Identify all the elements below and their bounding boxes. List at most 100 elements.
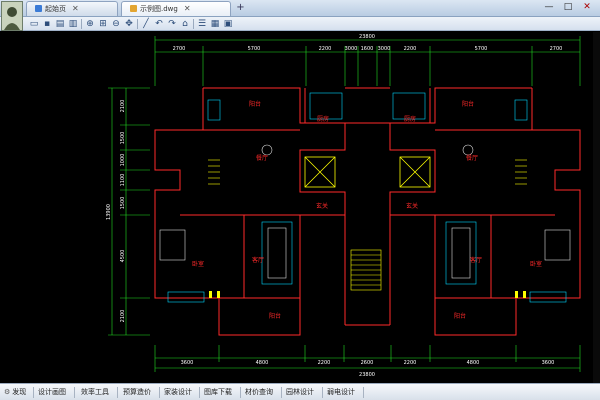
menu-divider bbox=[240, 387, 241, 398]
gear-icon: ⚙ bbox=[4, 388, 11, 396]
furniture bbox=[159, 92, 571, 303]
dim-top: 5700 bbox=[475, 46, 488, 52]
room-label-balcony: 阳台 bbox=[269, 312, 281, 320]
tab-drawing[interactable]: 示例图.dwg ✕ bbox=[121, 1, 231, 16]
menu-divider bbox=[281, 387, 282, 398]
dimension-labels: 23800 2700 5700 2200 3000 1600 3000 2200… bbox=[106, 34, 562, 378]
measure-icon[interactable]: ⌂ bbox=[179, 18, 191, 30]
avatar[interactable] bbox=[1, 1, 23, 31]
text-icon[interactable]: ▦ bbox=[209, 18, 221, 30]
room-label-living: 客厅 bbox=[470, 256, 482, 264]
room-label-balcony: 阳台 bbox=[454, 312, 466, 320]
menu-design-drawing[interactable]: 设计画图 bbox=[38, 386, 66, 399]
dim-top: 5700 bbox=[248, 46, 261, 52]
room-label-foyer: 玄关 bbox=[406, 202, 418, 210]
dim-top: 2700 bbox=[173, 46, 186, 52]
close-icon[interactable]: ✕ bbox=[72, 2, 79, 16]
open-icon[interactable]: ▭ bbox=[28, 18, 40, 30]
menu-budget[interactable]: 预算造价 bbox=[123, 386, 151, 399]
room-label-balcony: 阳台 bbox=[249, 100, 261, 108]
menu-material-prices[interactable]: 材价查询 bbox=[245, 386, 273, 399]
dim-left: 2100 bbox=[120, 100, 126, 113]
toolbar-divider bbox=[81, 19, 82, 29]
toolbar-divider bbox=[193, 19, 194, 29]
toolbar-divider bbox=[137, 19, 138, 29]
stairs bbox=[208, 159, 527, 291]
new-tab-button[interactable]: + bbox=[234, 2, 247, 15]
dim-bottom: 3600 bbox=[542, 360, 555, 366]
title-bar: 起始页 ✕ 示例图.dwg ✕ + — □ ✕ bbox=[0, 0, 600, 17]
menu-divider bbox=[363, 387, 364, 398]
room-label-living: 客厅 bbox=[252, 256, 264, 264]
window-markers bbox=[209, 291, 526, 298]
minimize-button[interactable]: — bbox=[540, 1, 558, 15]
menu-divider bbox=[74, 387, 75, 398]
dim-left: 1000 bbox=[120, 154, 126, 167]
room-label-kitchen: 厨房 bbox=[404, 115, 416, 123]
save-icon[interactable]: ▪ bbox=[41, 18, 53, 30]
menu-divider bbox=[199, 387, 200, 398]
room-label-dining: 餐厅 bbox=[466, 154, 478, 162]
dim-top: 3000 bbox=[345, 46, 358, 52]
dim-bottom: 2200 bbox=[318, 360, 331, 366]
dim-left: 1100 bbox=[120, 174, 126, 187]
dim-bottom: 4800 bbox=[256, 360, 269, 366]
room-label-kitchen: 厨房 bbox=[317, 115, 329, 123]
print-icon[interactable]: ▤ bbox=[54, 18, 66, 30]
properties-icon[interactable]: ▣ bbox=[222, 18, 234, 30]
line-icon[interactable]: ╱ bbox=[140, 18, 152, 30]
menu-landscape-design[interactable]: 园林设计 bbox=[286, 386, 314, 399]
elevators bbox=[304, 156, 431, 188]
zoom-extents-icon[interactable]: ⊞ bbox=[97, 18, 109, 30]
dim-top-total: 23800 bbox=[359, 34, 375, 40]
dim-top: 2200 bbox=[319, 46, 332, 52]
dim-bottom: 4800 bbox=[467, 360, 480, 366]
dim-left: 4500 bbox=[120, 250, 126, 263]
close-icon[interactable]: ✕ bbox=[184, 2, 191, 16]
menu-interior-design[interactable]: 家装设计 bbox=[164, 386, 192, 399]
zoom-realtime-icon[interactable]: ⊖ bbox=[110, 18, 122, 30]
room-label-dining: 餐厅 bbox=[256, 154, 268, 162]
dim-bottom: 3600 bbox=[181, 360, 194, 366]
app-window: 起始页 ✕ 示例图.dwg ✕ + — □ ✕ ▭ ▪ ▤ ▥ ⊕ ⊞ ⊖ ✥ ╱ … bbox=[0, 0, 600, 400]
dim-left-total: 13900 bbox=[106, 204, 112, 220]
dim-top: 1600 bbox=[361, 46, 374, 52]
pan-icon[interactable]: ✥ bbox=[123, 18, 135, 30]
tab-label: 起始页 bbox=[45, 5, 66, 13]
redo-icon[interactable]: ↷ bbox=[166, 18, 178, 30]
dim-left: 1500 bbox=[120, 197, 126, 210]
menu-library-download[interactable]: 图库下载 bbox=[204, 386, 232, 399]
room-label-bedroom: 卧室 bbox=[192, 260, 204, 268]
drawing-canvas[interactable]: 23800 2700 5700 2200 3000 1600 3000 2200… bbox=[0, 32, 600, 383]
dim-bottom: 2600 bbox=[361, 360, 374, 366]
dim-left: 2100 bbox=[120, 310, 126, 323]
menu-divider bbox=[33, 387, 34, 398]
tab-label: 示例图.dwg bbox=[140, 5, 178, 13]
undo-icon[interactable]: ↶ bbox=[153, 18, 165, 30]
dim-top: 2200 bbox=[404, 46, 417, 52]
dwg-file-icon bbox=[130, 5, 137, 12]
dim-top: 3000 bbox=[378, 46, 391, 52]
menu-discover[interactable]: ⚙ 发现 bbox=[4, 386, 26, 399]
menu-low-voltage-design[interactable]: 弱电设计 bbox=[327, 386, 355, 399]
layer-icon[interactable]: ☰ bbox=[196, 18, 208, 30]
maximize-button[interactable]: □ bbox=[559, 1, 577, 15]
menu-efficiency-tools[interactable]: 效率工具 bbox=[81, 386, 109, 399]
menu-label: 发现 bbox=[12, 388, 27, 396]
dim-top: 2700 bbox=[550, 46, 563, 52]
menu-divider bbox=[159, 387, 160, 398]
room-label-foyer: 玄关 bbox=[316, 202, 328, 210]
menu-divider bbox=[117, 387, 118, 398]
toolbar: ▭ ▪ ▤ ▥ ⊕ ⊞ ⊖ ✥ ╱ ↶ ↷ ⌂ ☰ ▦ ▣ bbox=[0, 17, 600, 31]
dim-bottom-total: 23800 bbox=[359, 372, 375, 378]
dim-left: 1500 bbox=[120, 132, 126, 145]
home-icon bbox=[35, 5, 42, 12]
zoom-window-icon[interactable]: ⊕ bbox=[84, 18, 96, 30]
room-label-bedroom: 卧室 bbox=[530, 260, 542, 268]
tab-start-page[interactable]: 起始页 ✕ bbox=[26, 1, 118, 16]
menu-divider bbox=[322, 387, 323, 398]
dimension-lines bbox=[108, 36, 581, 372]
print-preview-icon[interactable]: ▥ bbox=[67, 18, 79, 30]
vertical-scrollbar[interactable] bbox=[593, 32, 600, 383]
close-button[interactable]: ✕ bbox=[578, 1, 596, 15]
